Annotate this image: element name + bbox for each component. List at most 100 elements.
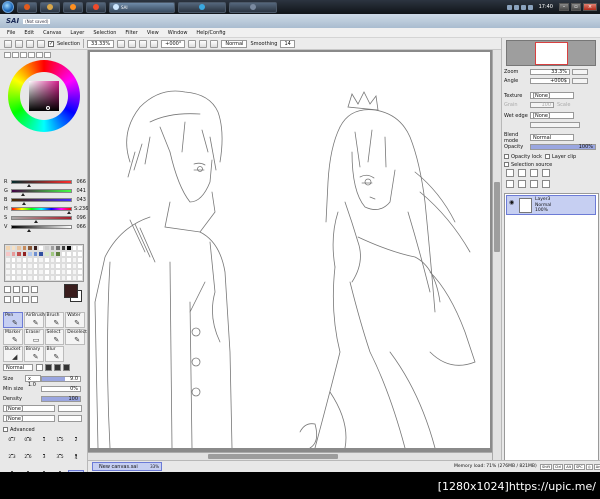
- zoom-field[interactable]: 33.33%: [87, 39, 115, 48]
- delete-layer-icon[interactable]: [542, 180, 550, 188]
- copy-icon[interactable]: [530, 180, 538, 188]
- shape-soft-icon[interactable]: [54, 364, 61, 371]
- tool-pen[interactable]: Pen ✎: [3, 312, 23, 328]
- wet-edge-select[interactable]: [None]: [530, 112, 574, 119]
- tool-blur[interactable]: Blur ✎: [44, 346, 65, 362]
- tray-icon[interactable]: [520, 4, 526, 10]
- menu-layer[interactable]: Layer: [70, 30, 84, 36]
- menu-help-config[interactable]: Help/Config: [196, 30, 225, 36]
- primary-color-swatch[interactable]: [64, 284, 78, 298]
- close-button[interactable]: ×: [583, 3, 597, 11]
- flip-icon[interactable]: [210, 39, 219, 48]
- document-tab[interactable]: New canvas.sai 33%: [92, 462, 162, 471]
- tray-icon[interactable]: [513, 4, 519, 10]
- nav-angle-reset[interactable]: [572, 77, 588, 84]
- rect-select-icon[interactable]: [4, 286, 11, 293]
- lasso-icon[interactable]: [13, 286, 20, 293]
- slider-track[interactable]: [10, 224, 73, 232]
- brush-mode-select[interactable]: Normal: [3, 364, 33, 371]
- menu-selection[interactable]: Selection: [93, 30, 116, 36]
- rotate-right-icon[interactable]: [199, 39, 208, 48]
- folder-icon[interactable]: [518, 180, 526, 188]
- menu-view[interactable]: View: [147, 30, 159, 36]
- opacity-slider[interactable]: 100%: [530, 143, 596, 150]
- tool-binary[interactable]: Binary ✎: [23, 346, 44, 362]
- brush-size-preset[interactable]: 2: [68, 436, 84, 450]
- taskbar-app-button[interactable]: [63, 1, 83, 13]
- canvas-paper[interactable]: [90, 52, 490, 448]
- zoom-reset-icon[interactable]: [139, 39, 148, 48]
- eyedropper-icon[interactable]: [31, 296, 38, 303]
- navigator-preview[interactable]: [506, 40, 596, 66]
- hand-icon[interactable]: [22, 296, 29, 303]
- color-wheel-tab[interactable]: [4, 52, 11, 58]
- brush-size-preset[interactable]: 4: [68, 453, 84, 467]
- magic-wand-icon[interactable]: [22, 286, 29, 293]
- tray-icon[interactable]: [527, 4, 533, 10]
- canvas-vertical-scrollbar[interactable]: [492, 50, 501, 460]
- system-clock[interactable]: 17:40: [539, 4, 553, 10]
- layer-item[interactable]: ◉ Layer3 Normal 100%: [506, 195, 596, 215]
- brush-size-preset[interactable]: 1: [36, 436, 52, 450]
- mixer-tab[interactable]: [28, 52, 35, 58]
- scratchpad-tab[interactable]: [44, 52, 51, 58]
- zoom-icon[interactable]: [4, 296, 11, 303]
- shape-round-icon[interactable]: [45, 364, 52, 371]
- color-picker-cursor[interactable]: [46, 106, 50, 110]
- start-button[interactable]: [2, 1, 14, 13]
- brush-size-preset[interactable]: 0.8: [20, 436, 36, 450]
- canvas-horizontal-scrollbar[interactable]: [88, 452, 492, 460]
- taskbar-app-button[interactable]: [86, 1, 106, 13]
- eye-icon[interactable]: ◉: [509, 200, 515, 206]
- tool-deselect[interactable]: Deselect ✎: [65, 329, 87, 345]
- slider-track[interactable]: [10, 215, 73, 223]
- menu-file[interactable]: File: [7, 30, 15, 36]
- brush-size-preset[interactable]: 0.7: [4, 436, 20, 450]
- new-layer-icon[interactable]: [506, 169, 514, 177]
- slider-track[interactable]: [10, 188, 73, 196]
- menu-filter[interactable]: Filter: [125, 30, 137, 36]
- min-size-slider[interactable]: 0%: [41, 385, 81, 392]
- tool-select[interactable]: Select ✎: [44, 329, 65, 345]
- menu-canvas[interactable]: Canvas: [43, 30, 61, 36]
- taskbar-app-button[interactable]: [40, 1, 60, 13]
- taskbar-app-button[interactable]: [229, 1, 277, 13]
- zoom-in-icon[interactable]: [117, 39, 126, 48]
- brush-size-preset[interactable]: 3.5: [52, 453, 68, 467]
- slider-knob[interactable]: [26, 228, 31, 232]
- brush-size-preset[interactable]: 1.5: [52, 436, 68, 450]
- menu-window[interactable]: Window: [168, 30, 188, 36]
- zoom-out-icon[interactable]: [128, 39, 137, 48]
- brush-shape-select[interactable]: [None]: [3, 405, 55, 412]
- size-slider[interactable]: 9.0: [41, 375, 81, 382]
- rotation-field[interactable]: +000°: [161, 39, 186, 48]
- menu-edit[interactable]: Edit: [24, 30, 34, 36]
- slider-track[interactable]: [10, 197, 73, 205]
- taskbar-sai-button[interactable]: SAI: [109, 1, 175, 13]
- navigator-viewport[interactable]: [535, 42, 568, 65]
- rotate-icon[interactable]: [13, 296, 20, 303]
- density-slider[interactable]: 100: [41, 395, 81, 402]
- size-multiplier-select[interactable]: x 1.0: [25, 375, 41, 388]
- hsv-slider-tab[interactable]: [20, 52, 27, 58]
- tool-water[interactable]: Water ✎: [65, 312, 85, 328]
- brush-size-preset[interactable]: 2.3: [4, 453, 20, 467]
- horizontal-scroll-thumb[interactable]: [208, 454, 338, 459]
- slider-track[interactable]: [10, 179, 73, 187]
- move-icon[interactable]: [31, 286, 38, 293]
- tool-airbrush[interactable]: AirBrush ✎: [23, 312, 45, 328]
- fit-icon[interactable]: [150, 39, 159, 48]
- redo-icon[interactable]: [15, 39, 23, 48]
- new-folder-icon[interactable]: [518, 169, 526, 177]
- color-wheel[interactable]: [8, 60, 80, 132]
- layer-clip-checkbox[interactable]: [545, 154, 550, 159]
- rotate-left-icon[interactable]: [188, 39, 197, 48]
- tray-icon[interactable]: [506, 4, 512, 10]
- rgb-slider-tab[interactable]: [12, 52, 19, 58]
- nav-angle-slider[interactable]: +000$: [530, 77, 570, 84]
- color-swatch[interactable]: [77, 275, 83, 281]
- selection-source-checkbox[interactable]: [504, 162, 509, 167]
- invert-selection-icon[interactable]: [37, 39, 45, 48]
- brush-size-preset[interactable]: 2.6: [20, 453, 36, 467]
- opacity-lock-checkbox[interactable]: [504, 154, 509, 159]
